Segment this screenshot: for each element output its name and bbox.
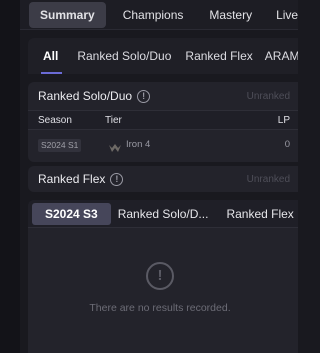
filter-all[interactable]: All — [40, 38, 63, 74]
ranked-flex-status: Unranked — [246, 173, 290, 185]
left-rail — [0, 0, 20, 353]
empty-message: There are no results recorded. — [89, 302, 231, 314]
exclamation-circle-icon: ! — [146, 262, 174, 290]
tab-champions[interactable]: Champions — [113, 2, 194, 28]
ranked-flex-card: Ranked Flex ! Unranked — [28, 166, 298, 192]
iron-tier-icon — [109, 140, 121, 158]
ranked-solo-card: Ranked Solo/Duo ! Unranked Season Tier L… — [28, 82, 298, 162]
filter-aram[interactable]: ARAM — [265, 38, 298, 74]
top-tabs: Summary Champions Mastery Live G — [20, 0, 298, 30]
ranked-solo-header: Ranked Solo/Duo ! Unranked — [28, 82, 298, 110]
info-icon[interactable]: ! — [110, 172, 124, 186]
column-tier: Tier — [105, 114, 122, 126]
empty-state: ! There are no results recorded. — [28, 228, 298, 353]
filter-ranked-flex[interactable]: Ranked Flex — [185, 38, 252, 74]
ranked-flex-header: Ranked Flex ! Unranked — [28, 166, 298, 192]
ranked-flex-title: Ranked Flex — [38, 172, 106, 186]
season-badge: S2024 S1 — [38, 139, 82, 152]
column-season: Season — [38, 114, 72, 126]
tab-history-solo-duo[interactable]: Ranked Solo/D... — [118, 203, 209, 225]
lp-value: 0 — [284, 139, 290, 150]
tab-mastery[interactable]: Mastery — [199, 2, 262, 28]
info-icon[interactable]: ! — [137, 89, 151, 103]
column-lp: LP — [277, 114, 290, 126]
ranked-solo-title: Ranked Solo/Duo — [38, 89, 133, 103]
tab-history-flex[interactable]: Ranked Flex — [226, 203, 293, 225]
queue-filter-tabs: All Ranked Solo/Duo Ranked Flex ARAM — [28, 38, 298, 74]
filter-ranked-solo-duo[interactable]: Ranked Solo/Duo — [77, 38, 171, 74]
ranked-solo-column-headers: Season Tier LP — [28, 110, 298, 130]
tab-live-game[interactable]: Live G — [266, 2, 298, 28]
table-row: S2024 S1 Iron 4 0 — [28, 130, 298, 160]
ranked-solo-status: Unranked — [246, 90, 290, 102]
main-panel: Summary Champions Mastery Live G All Ran… — [20, 0, 298, 353]
history-tabs: S2024 S3 Ranked Solo/D... Ranked Flex — [28, 200, 298, 228]
tier-name: Iron 4 — [126, 139, 151, 150]
ranked-history-card: S2024 S3 Ranked Solo/D... Ranked Flex ! … — [28, 200, 298, 353]
tab-summary[interactable]: Summary — [29, 1, 106, 28]
tab-season-s2024-s3[interactable]: S2024 S3 — [32, 202, 111, 225]
